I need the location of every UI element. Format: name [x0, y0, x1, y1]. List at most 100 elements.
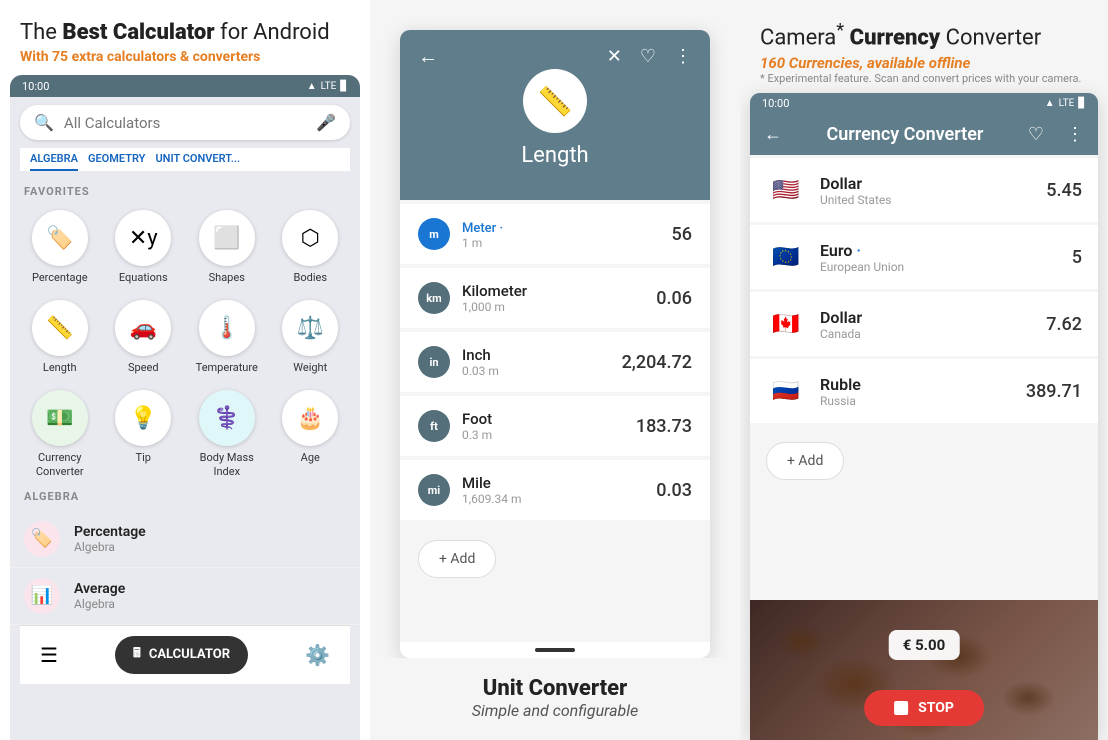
- status-icons-1: ▲ LTE ▊: [307, 81, 348, 92]
- close-icon[interactable]: ✕: [607, 46, 622, 67]
- algebra-average[interactable]: 📊 Average Algebra: [10, 568, 360, 625]
- fav-percentage-label: Percentage: [32, 271, 88, 284]
- currency-row-rub[interactable]: 🇷🇺 Ruble Russia 389.71: [750, 359, 1098, 423]
- panel3-subtitle: 160 Currencies, available offline: [760, 54, 1088, 72]
- battery-icon: ▊: [340, 81, 348, 92]
- fav-percentage[interactable]: 🏷️ Percentage: [20, 202, 100, 288]
- status-time-1: 10:00: [22, 80, 49, 93]
- title-currency: Currency: [844, 25, 940, 50]
- fav-equations-icon: ✕y: [115, 210, 171, 266]
- fav-length[interactable]: 📏 Length: [20, 292, 100, 378]
- search-icon: 🔍: [34, 113, 54, 132]
- algebra-label: ALGEBRA: [10, 482, 360, 507]
- fav-temperature-label: Temperature: [196, 361, 258, 374]
- price-badge: € 5.00: [889, 630, 960, 660]
- unit-converter-title: Unit Converter: [400, 676, 710, 701]
- add-currency-button[interactable]: + Add: [766, 442, 844, 480]
- currency-row-eur[interactable]: 🇪🇺 Euro · European Union 5: [750, 225, 1098, 289]
- calculator-icon: 🖩: [133, 644, 141, 666]
- curr-country-cad: Canada: [820, 327, 1032, 341]
- fav-bmi[interactable]: ⚕️ Body MassIndex: [187, 382, 267, 481]
- camera-section: € 5.00 STOP: [750, 600, 1098, 740]
- fav-bodies-icon: ⬡: [282, 210, 338, 266]
- unit-sub-meter: 1 m: [462, 236, 660, 250]
- unit-row-mile[interactable]: mi Mile 1,609.34 m 0.03: [400, 460, 710, 520]
- back-icon[interactable]: ←: [418, 44, 438, 69]
- wifi-icon: ▲: [307, 81, 317, 92]
- fav-currency-icon: 💵: [32, 390, 88, 446]
- algebra-percentage-icon: 🏷️: [24, 521, 60, 557]
- curr-lte-icon: LTE: [1059, 98, 1075, 109]
- search-input[interactable]: All Calculators: [64, 114, 306, 132]
- unit-abbr-km: km: [418, 282, 450, 314]
- unit-list: m Meter · 1 m 56 km Kilometer 1,000 m 0.…: [400, 200, 710, 642]
- fav-weight-label: Weight: [293, 361, 327, 374]
- fav-age-icon: 🎂: [282, 390, 338, 446]
- curr-status-icons: ▲ LTE ▊: [1045, 98, 1086, 109]
- curr-country-eur: European Union: [820, 260, 1058, 274]
- currency-row-usd[interactable]: 🇺🇸 Dollar United States 5.45: [750, 158, 1098, 222]
- microphone-icon: 🎤: [316, 113, 336, 132]
- fav-shapes-label: Shapes: [209, 271, 245, 284]
- algebra-section: 🏷️ Percentage Algebra 📊 Average Algebra: [10, 507, 360, 625]
- fav-tip[interactable]: 💡 Tip: [104, 382, 184, 481]
- algebra-percentage[interactable]: 🏷️ Percentage Algebra: [10, 511, 360, 568]
- panel3-note: * Experimental feature. Scan and convert…: [760, 72, 1088, 85]
- unit-row-inch[interactable]: in Inch 0.03 m 2,204.72: [400, 332, 710, 392]
- tab-algebra[interactable]: ALGEBRA: [30, 148, 78, 171]
- unit-info-meter: Meter · 1 m: [462, 218, 660, 250]
- curr-heart-icon[interactable]: ♡: [1028, 124, 1044, 145]
- panel-3: Camera* Currency Converter 160 Currencie…: [740, 0, 1108, 740]
- header-icons: ✕ ♡ ⋮: [607, 46, 692, 67]
- unit-sub-mile: 1,609.34 m: [462, 492, 644, 506]
- search-bar[interactable]: 🔍 All Calculators 🎤: [20, 105, 350, 140]
- curr-back-icon[interactable]: ←: [764, 124, 782, 145]
- fav-equations[interactable]: ✕y Equations: [104, 202, 184, 288]
- flag-usd: 🇺🇸: [766, 170, 806, 210]
- currency-row-cad[interactable]: 🇨🇦 Dollar Canada 7.62: [750, 292, 1098, 356]
- unit-icon-area: 📏 Length: [400, 69, 710, 200]
- tab-unit-convert[interactable]: UNIT CONVERT...: [155, 148, 240, 171]
- fav-shapes[interactable]: ⬜ Shapes: [187, 202, 267, 288]
- unit-name-meter: Meter ·: [462, 218, 660, 236]
- unit-title: Length: [400, 143, 710, 186]
- stop-button[interactable]: STOP: [864, 690, 984, 726]
- curr-name-cad: Dollar: [820, 308, 1032, 327]
- unit-row-foot[interactable]: ft Foot 0.3 m 183.73: [400, 396, 710, 456]
- curr-value-rub: 389.71: [1026, 381, 1082, 402]
- fav-bodies[interactable]: ⬡ Bodies: [271, 202, 351, 288]
- heart-icon[interactable]: ♡: [640, 46, 656, 67]
- unit-sub-foot: 0.3 m: [462, 428, 624, 442]
- curr-country-rub: Russia: [820, 394, 1012, 408]
- asterisk: *: [836, 20, 844, 41]
- flag-eur: 🇪🇺: [766, 237, 806, 277]
- fav-weight[interactable]: ⚖️ Weight: [271, 292, 351, 378]
- unit-value-inch: 2,204.72: [622, 352, 692, 373]
- settings-icon[interactable]: ⚙️: [305, 643, 330, 667]
- fav-percentage-icon: 🏷️: [32, 210, 88, 266]
- fav-age[interactable]: 🎂 Age: [271, 382, 351, 481]
- fav-equations-label: Equations: [119, 271, 168, 284]
- tab-geometry[interactable]: GEOMETRY: [88, 148, 145, 171]
- panel3-header: Camera* Currency Converter 160 Currencie…: [740, 0, 1108, 93]
- more-icon[interactable]: ⋮: [674, 46, 692, 67]
- fav-temperature-icon: 🌡️: [199, 300, 255, 356]
- stop-icon: [894, 701, 908, 715]
- unit-info-inch: Inch 0.03 m: [462, 346, 610, 378]
- fav-temperature[interactable]: 🌡️ Temperature: [187, 292, 267, 378]
- favorites-grid: 🏷️ Percentage ✕y Equations ⬜ Shapes ⬡ Bo…: [10, 202, 360, 482]
- add-unit-button[interactable]: + Add: [418, 540, 496, 578]
- curr-value-usd: 5.45: [1046, 180, 1082, 201]
- menu-icon[interactable]: ☰: [40, 643, 58, 667]
- algebra-percentage-sub: Algebra: [74, 540, 346, 554]
- panel3-title: Camera* Currency Converter: [760, 20, 1088, 50]
- curr-info-rub: Ruble Russia: [820, 375, 1012, 408]
- unit-row-meter[interactable]: m Meter · 1 m 56: [400, 204, 710, 264]
- fav-currency[interactable]: 💵 CurrencyConverter: [20, 382, 100, 481]
- status-bar-1: 10:00 ▲ LTE ▊: [10, 75, 360, 97]
- fav-tip-icon: 💡: [115, 390, 171, 446]
- curr-more-icon[interactable]: ⋮: [1066, 124, 1084, 145]
- fav-speed[interactable]: 🚗 Speed: [104, 292, 184, 378]
- unit-row-km[interactable]: km Kilometer 1,000 m 0.06: [400, 268, 710, 328]
- calculator-button[interactable]: 🖩 CALCULATOR: [115, 636, 248, 674]
